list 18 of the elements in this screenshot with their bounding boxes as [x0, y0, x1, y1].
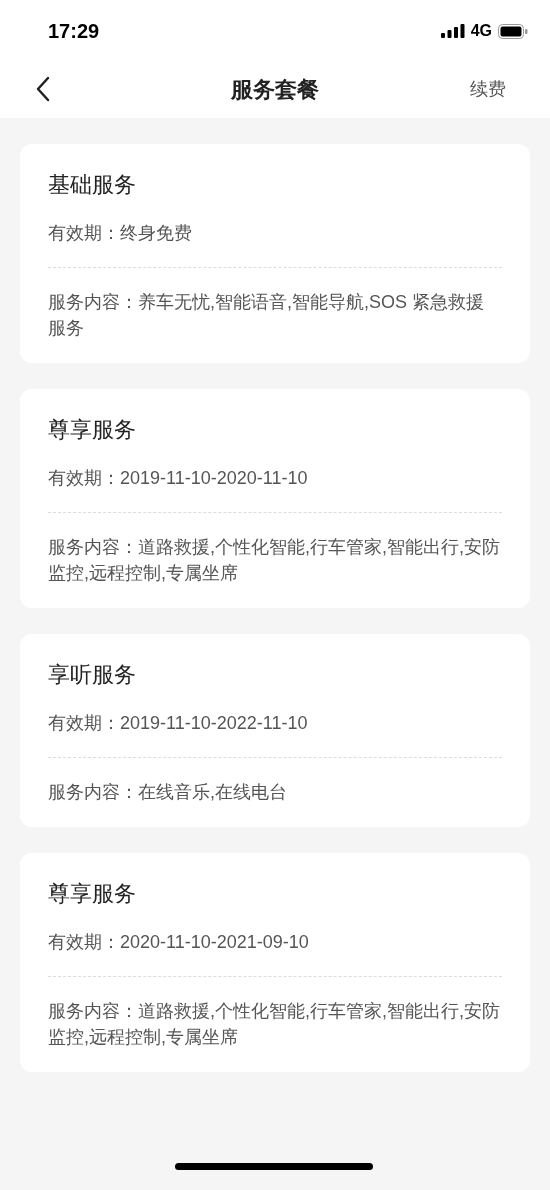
- package-title: 尊享服务: [48, 416, 137, 444]
- validity-text: 有效期：2019-11-10-2020-11-10: [48, 467, 309, 490]
- status-time: 17:29: [48, 19, 100, 44]
- network-label: 4G: [470, 21, 492, 41]
- signal-icon: [440, 24, 465, 38]
- package-title: 享听服务: [48, 661, 137, 689]
- service-content: 服务内容：道路救援,个性化智能,行车管家,智能出行,安防监控,远程控制,专属坐席: [48, 536, 501, 585]
- page-title: 服务套餐: [231, 75, 319, 104]
- renew-button[interactable]: 续费: [470, 75, 506, 103]
- validity-text: 有效期：终身免费: [48, 222, 193, 245]
- service-content: 服务内容：在线音乐,在线电台: [48, 781, 288, 804]
- service-content: 服务内容：养车无忧,智能语音,智能导航,SOS 紧急救援服务: [48, 291, 486, 340]
- service-content: 服务内容：道路救援,个性化智能,行车管家,智能出行,安防监控,远程控制,专属坐席: [48, 1000, 501, 1049]
- package-title: 基础服务: [48, 171, 137, 199]
- battery-icon: [498, 23, 528, 39]
- validity-text: 有效期：2020-11-10-2021-09-10: [48, 931, 310, 954]
- validity-text: 有效期：2019-11-10-2022-11-10: [48, 712, 309, 735]
- package-title: 尊享服务: [48, 880, 137, 908]
